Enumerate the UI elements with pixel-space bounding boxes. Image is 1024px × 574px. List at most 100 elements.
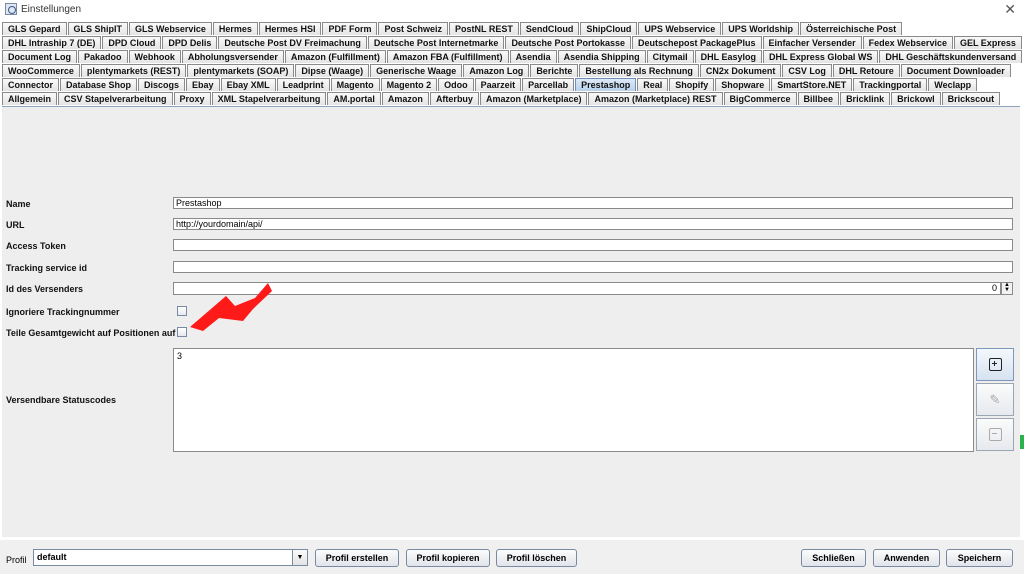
tab-smartstore-net[interactable]: SmartStore.NET bbox=[771, 78, 853, 91]
tab-document-log[interactable]: Document Log bbox=[2, 50, 77, 63]
save-button[interactable]: Speichern bbox=[946, 549, 1013, 567]
create-profile-button[interactable]: Profil erstellen bbox=[315, 549, 399, 567]
name-input[interactable]: Prestashop bbox=[173, 197, 1013, 209]
apply-button[interactable]: Anwenden bbox=[873, 549, 940, 567]
tab-amazon-marketplace-rest[interactable]: Amazon (Marketplace) REST bbox=[588, 92, 723, 105]
tab-amazon[interactable]: Amazon bbox=[381, 92, 429, 105]
access-token-input[interactable] bbox=[173, 239, 1013, 251]
tab-pakadoo[interactable]: Pakadoo bbox=[78, 50, 128, 63]
tab-woocommerce[interactable]: WooCommerce bbox=[2, 64, 80, 77]
add-status-button[interactable] bbox=[976, 348, 1014, 381]
tab-plentymarkets-soap[interactable]: plentymarkets (SOAP) bbox=[187, 64, 295, 77]
tab-plentymarkets-rest[interactable]: plentymarkets (REST) bbox=[80, 64, 187, 77]
tab-weclapp[interactable]: Weclapp bbox=[928, 78, 978, 91]
close-button[interactable]: Schließen bbox=[801, 549, 866, 567]
tab-einfacher-versender[interactable]: Einfacher Versender bbox=[762, 36, 862, 49]
tab-billbee[interactable]: Billbee bbox=[797, 92, 840, 105]
tab-csv-stapelverarbeitung[interactable]: CSV Stapelverarbeitung bbox=[58, 92, 173, 105]
tab-odoo[interactable]: Odoo bbox=[438, 78, 474, 91]
tab-bigcommerce[interactable]: BigCommerce bbox=[723, 92, 797, 105]
tab-amazon-marketplace[interactable]: Amazon (Marketplace) bbox=[479, 92, 588, 105]
ignore-tracking-checkbox[interactable] bbox=[177, 306, 187, 316]
tab-ebay[interactable]: Ebay bbox=[186, 78, 220, 91]
tab-amazon-fulfillment[interactable]: Amazon (Fulfillment) bbox=[284, 50, 386, 63]
tab-pdf-form[interactable]: PDF Form bbox=[322, 22, 378, 35]
tab-ups-webservice[interactable]: UPS Webservice bbox=[638, 22, 722, 35]
tab-csv-log[interactable]: CSV Log bbox=[782, 64, 832, 77]
tab-ups-worldship[interactable]: UPS Worldship bbox=[722, 22, 800, 35]
tab-proxy[interactable]: Proxy bbox=[173, 92, 211, 105]
tab-brickscout[interactable]: Brickscout bbox=[941, 92, 1001, 105]
tab-database-shop[interactable]: Database Shop bbox=[60, 78, 138, 91]
remove-status-button[interactable] bbox=[976, 418, 1014, 451]
tab-leadprint[interactable]: Leadprint bbox=[276, 78, 330, 91]
tab-allgemein[interactable]: Allgemein bbox=[2, 92, 58, 105]
tab-postnl-rest[interactable]: PostNL REST bbox=[448, 22, 519, 35]
tab-bestellung-als-rechnung[interactable]: Bestellung als Rechnung bbox=[579, 64, 699, 77]
tab-discogs[interactable]: Discogs bbox=[138, 78, 186, 91]
tab-gls-webservice[interactable]: GLS Webservice bbox=[129, 22, 212, 35]
tab-dhl-retoure[interactable]: DHL Retoure bbox=[832, 64, 900, 77]
close-icon[interactable]: ✕ bbox=[1004, 1, 1016, 18]
tab-dhl-geschäftskundenversand[interactable]: DHL Geschäftskundenversand bbox=[879, 50, 1023, 63]
delete-profile-button[interactable]: Profil löschen bbox=[496, 549, 577, 567]
tab-afterbuy[interactable]: Afterbuy bbox=[429, 92, 479, 105]
tab-deutsche-post-dv-freimachung[interactable]: Deutsche Post DV Freimachung bbox=[218, 36, 367, 49]
tab-gls-gepard[interactable]: GLS Gepard bbox=[2, 22, 67, 35]
split-weight-checkbox[interactable] bbox=[177, 327, 187, 337]
profile-select[interactable]: default ▼ bbox=[33, 549, 308, 566]
tab-prestashop[interactable]: Prestashop bbox=[575, 78, 637, 91]
tab-webhook[interactable]: Webhook bbox=[128, 50, 181, 63]
tab-trackingportal[interactable]: Trackingportal bbox=[853, 78, 928, 91]
tab-österreichische-post[interactable]: Österreichische Post bbox=[800, 22, 903, 35]
tab-post-schweiz[interactable]: Post Schweiz bbox=[378, 22, 448, 35]
tab-asendia-shipping[interactable]: Asendia Shipping bbox=[557, 50, 646, 63]
tab-berichte[interactable]: Berichte bbox=[530, 64, 579, 77]
tab-paarzeit[interactable]: Paarzeit bbox=[474, 78, 522, 91]
tab-hermes[interactable]: Hermes bbox=[212, 22, 258, 35]
tab-amazon-fba-fulfillment[interactable]: Amazon FBA (Fulfillment) bbox=[386, 50, 509, 63]
tab-dhl-intraship-7-de[interactable]: DHL Intraship 7 (DE) bbox=[2, 36, 102, 49]
tab-cn2x-dokument[interactable]: CN2x Dokument bbox=[699, 64, 782, 77]
tab-abholungsversender[interactable]: Abholungsversender bbox=[181, 50, 284, 63]
tab-parcellab[interactable]: Parcellab bbox=[522, 78, 575, 91]
chevron-down-icon[interactable]: ▼ bbox=[292, 550, 307, 565]
tab-gel-express[interactable]: GEL Express bbox=[953, 36, 1022, 49]
tab-brickowl[interactable]: Brickowl bbox=[891, 92, 941, 105]
tab-real[interactable]: Real bbox=[637, 78, 669, 91]
tab-shipcloud[interactable]: ShipCloud bbox=[580, 22, 638, 35]
tab-hermes-hsi[interactable]: Hermes HSI bbox=[258, 22, 322, 35]
tab-shopify[interactable]: Shopify bbox=[669, 78, 715, 91]
tab-ebay-xml[interactable]: Ebay XML bbox=[220, 78, 276, 91]
tab-dpd-delis[interactable]: DPD Delis bbox=[162, 36, 218, 49]
tracking-service-id-input[interactable] bbox=[173, 261, 1013, 273]
tab-magento-2[interactable]: Magento 2 bbox=[380, 78, 438, 91]
tab-gls-shipit[interactable]: GLS ShipIT bbox=[67, 22, 129, 35]
tab-sendcloud[interactable]: SendCloud bbox=[519, 22, 580, 35]
edit-status-button[interactable]: ✎ bbox=[976, 383, 1014, 416]
tab-bricklink[interactable]: Bricklink bbox=[840, 92, 891, 105]
tab-shopware[interactable]: Shopware bbox=[715, 78, 771, 91]
tab-dipse-waage[interactable]: Dipse (Waage) bbox=[295, 64, 370, 77]
tab-citymail[interactable]: Citymail bbox=[646, 50, 694, 63]
tab-generische-waage[interactable]: Generische Waage bbox=[370, 64, 463, 77]
status-codes-list[interactable]: 3 bbox=[173, 348, 974, 452]
tab-xml-stapelverarbeitung[interactable]: XML Stapelverarbeitung bbox=[211, 92, 327, 105]
tab-connector[interactable]: Connector bbox=[2, 78, 59, 91]
copy-profile-button[interactable]: Profil kopieren bbox=[406, 549, 490, 567]
tab-deutschepost-packageplus[interactable]: Deutschepost PackagePlus bbox=[631, 36, 762, 49]
tab-magento[interactable]: Magento bbox=[330, 78, 380, 91]
tab-am-portal[interactable]: AM.portal bbox=[327, 92, 381, 105]
tab-dpd-cloud[interactable]: DPD Cloud bbox=[102, 36, 162, 49]
tab-fedex-webservice[interactable]: Fedex Webservice bbox=[862, 36, 953, 49]
sender-id-spinner[interactable]: 0 bbox=[173, 282, 1001, 295]
tab-document-downloader[interactable]: Document Downloader bbox=[900, 64, 1011, 77]
tab-deutsche-post-internetmarke[interactable]: Deutsche Post Internetmarke bbox=[367, 36, 505, 49]
tab-asendia[interactable]: Asendia bbox=[509, 50, 557, 63]
url-input[interactable]: http://yourdomain/api/ bbox=[173, 218, 1013, 230]
tab-dhl-express-global-ws[interactable]: DHL Express Global WS bbox=[762, 50, 879, 63]
tab-amazon-log[interactable]: Amazon Log bbox=[463, 64, 530, 77]
tab-deutsche-post-portokasse[interactable]: Deutsche Post Portokasse bbox=[505, 36, 631, 49]
tab-dhl-easylog[interactable]: DHL Easylog bbox=[694, 50, 762, 63]
spinner-arrows[interactable]: ▲ ▼ bbox=[1001, 282, 1013, 295]
